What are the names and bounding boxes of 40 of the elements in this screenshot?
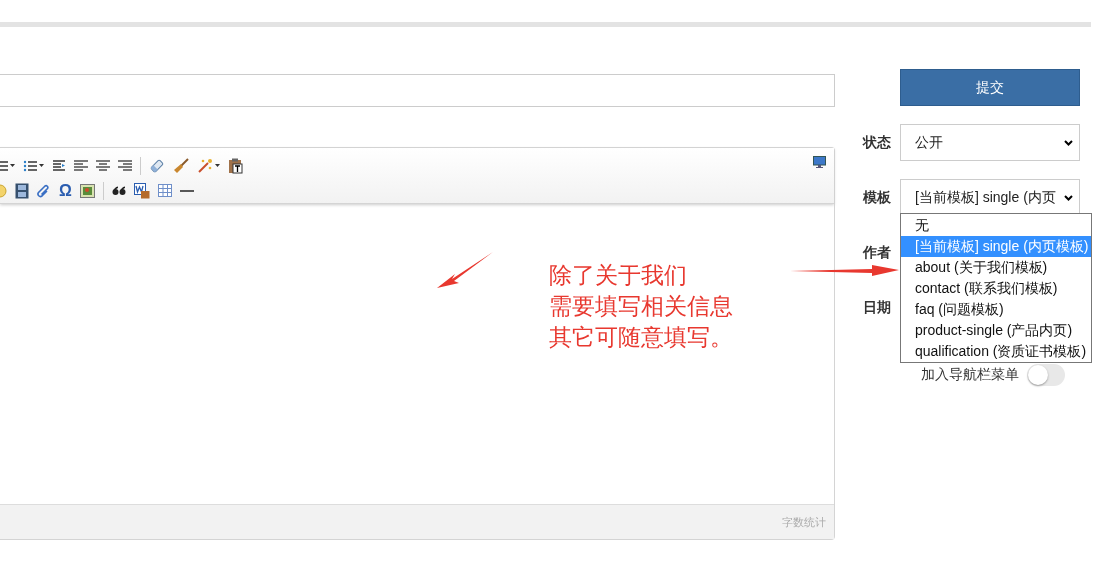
film-icon[interactable] (15, 182, 29, 199)
dropdown-option[interactable]: about (关于我们模板) (901, 257, 1092, 278)
paste-text-icon[interactable] (228, 157, 243, 174)
dropdown-option[interactable]: contact (联系我们模板) (901, 278, 1092, 299)
align-left-icon[interactable] (74, 159, 88, 172)
chevron-down-icon[interactable] (1064, 194, 1073, 201)
image-icon[interactable] (79, 183, 95, 198)
chevron-down-icon[interactable] (1064, 139, 1073, 146)
title-input-field[interactable] (0, 74, 835, 107)
caret-icon[interactable] (10, 164, 15, 167)
word-document-icon[interactable] (133, 182, 150, 199)
bullet-list-icon[interactable] (23, 158, 37, 173)
monitor-icon[interactable] (813, 156, 826, 168)
submit-button[interactable]: 提交 (900, 69, 1080, 106)
dropdown-option[interactable]: faq (问题模板) (901, 299, 1092, 320)
align-center-icon[interactable] (96, 159, 110, 172)
indent-icon[interactable] (52, 158, 66, 173)
word-count-label: 字数统计 (782, 514, 826, 530)
field-label: 日期 (863, 298, 892, 317)
nav-menu-label: 加入导航栏菜单 (921, 366, 1019, 384)
caret-icon[interactable] (39, 164, 44, 167)
field-label: 作者 (863, 243, 892, 262)
align-right-icon[interactable] (118, 159, 132, 172)
magic-wand-icon[interactable] (197, 157, 213, 174)
field-label: 状态 (863, 133, 892, 152)
field-label: 模板 (863, 188, 892, 207)
toggle-switch[interactable] (1027, 364, 1065, 386)
special-character-button[interactable]: Ω (59, 182, 72, 199)
paperclip-icon[interactable] (37, 182, 51, 199)
list-icon[interactable] (0, 158, 8, 173)
dropdown-option[interactable]: qualification (资质证书模板) (901, 341, 1092, 362)
brush-icon[interactable] (173, 157, 189, 174)
annotation-text: 除了关于我们 需要填写相关信息 其它可随意填写。 (549, 261, 733, 352)
caret-icon[interactable] (215, 164, 220, 167)
horizontal-rule-icon[interactable] (179, 188, 194, 193)
select-field[interactable]: 公开 (900, 124, 1080, 161)
dropdown-option[interactable]: product-single (产品内页) (901, 320, 1092, 341)
table-icon[interactable] (157, 184, 172, 197)
quote-icon[interactable] (111, 185, 126, 196)
dropdown-option[interactable]: 无 (901, 215, 1092, 236)
